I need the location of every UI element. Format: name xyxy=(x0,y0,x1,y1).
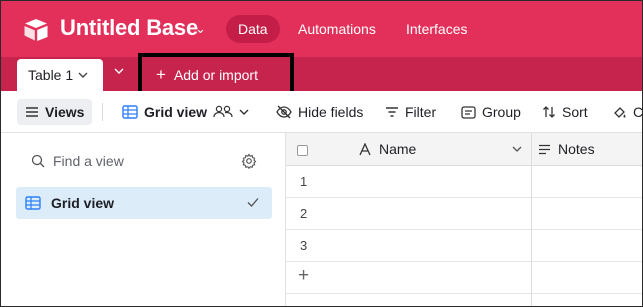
table-row[interactable]: 2 xyxy=(286,198,642,230)
filter-button[interactable]: Filter xyxy=(385,101,436,123)
app-header: Untitled Base ⌄ Data Automations Interfa… xyxy=(1,1,642,57)
column-header-name[interactable]: Name xyxy=(359,141,416,157)
eye-off-icon xyxy=(276,105,292,119)
group-icon xyxy=(461,105,476,119)
table-row[interactable]: 3 xyxy=(286,230,642,262)
sort-button[interactable]: Sort xyxy=(542,101,588,123)
chevron-down-icon xyxy=(239,109,249,115)
menu-icon xyxy=(26,107,38,117)
grid-icon xyxy=(122,105,138,119)
long-text-icon xyxy=(539,144,550,154)
row-number: 1 xyxy=(300,174,308,189)
tab-label: Table 1 xyxy=(28,67,74,83)
view-toolbar: Views Grid view Hide fields Filter Group… xyxy=(1,91,643,133)
chevron-down-icon[interactable]: ⌄ xyxy=(195,21,206,37)
views-sidebar: Find a view Grid view xyxy=(1,133,286,306)
column-header-notes[interactable]: Notes xyxy=(538,141,595,157)
base-name[interactable]: Untitled Base xyxy=(60,15,198,41)
select-all-checkbox[interactable] xyxy=(297,145,308,156)
row-number: 3 xyxy=(300,238,308,253)
gear-icon[interactable] xyxy=(241,153,257,174)
view-label: Grid view xyxy=(51,195,115,211)
highlight-box xyxy=(138,53,294,95)
color-label: Co xyxy=(633,104,643,120)
column-label: Name xyxy=(379,141,417,157)
group-button[interactable]: Group xyxy=(461,101,521,123)
filter-label: Filter xyxy=(405,104,437,120)
checkmark-icon xyxy=(246,195,260,212)
filter-icon xyxy=(386,107,398,117)
nav-data[interactable]: Data xyxy=(226,15,280,43)
grid-view-switcher[interactable]: Grid view xyxy=(122,101,249,123)
sidebar-item-grid-view[interactable]: Grid view xyxy=(16,187,272,219)
divider xyxy=(102,103,103,121)
nav-interfaces[interactable]: Interfaces xyxy=(394,15,479,43)
grid-header: Name Notes xyxy=(286,133,642,166)
grid-view-label: Grid view xyxy=(144,104,208,120)
sort-label: Sort xyxy=(562,104,588,120)
paint-icon xyxy=(614,107,626,118)
app-window: Untitled Base ⌄ Data Automations Interfa… xyxy=(0,0,643,307)
plus-icon: + xyxy=(298,265,310,286)
color-button[interactable]: Co xyxy=(613,101,643,123)
views-toggle-button[interactable]: Views xyxy=(17,99,93,125)
table-tab-bar: Table 1 + Add or import xyxy=(1,57,642,91)
tab-table-1[interactable]: Table 1 xyxy=(17,59,103,91)
find-view-placeholder: Find a view xyxy=(53,153,124,169)
sort-icon xyxy=(543,106,555,118)
add-row-button[interactable]: + xyxy=(286,262,642,294)
find-view-search[interactable]: Find a view xyxy=(31,153,124,169)
hide-fields-button[interactable]: Hide fields xyxy=(276,101,363,123)
chevron-down-icon[interactable] xyxy=(512,142,522,161)
data-grid: Name Notes 1 2 3 + xyxy=(286,133,642,306)
nav-automations[interactable]: Automations xyxy=(286,15,388,43)
views-label: Views xyxy=(45,104,85,120)
collaborators-icon xyxy=(213,105,233,118)
hide-fields-label: Hide fields xyxy=(298,104,364,120)
group-label: Group xyxy=(482,104,521,120)
grid-icon xyxy=(25,196,41,210)
table-row[interactable]: 1 xyxy=(286,166,642,198)
all-tables-chevron-icon[interactable] xyxy=(114,67,124,78)
text-a-icon xyxy=(359,142,371,155)
search-icon xyxy=(31,154,45,168)
airtable-logo-icon xyxy=(24,19,48,41)
column-label: Notes xyxy=(558,141,595,157)
row-number: 2 xyxy=(300,206,308,221)
